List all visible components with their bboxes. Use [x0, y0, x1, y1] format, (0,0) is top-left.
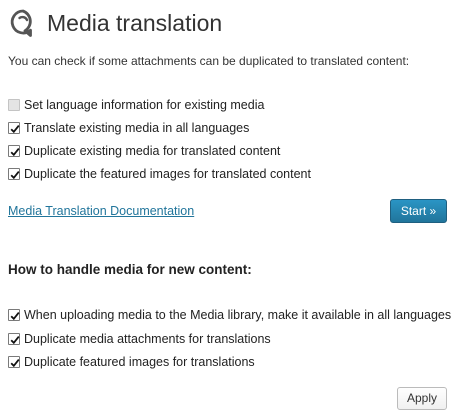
wpml-logo-icon: [9, 8, 37, 38]
option-label: Duplicate media attachments for translat…: [24, 332, 271, 346]
start-button[interactable]: Start »: [390, 199, 447, 223]
new-content-section-title: How to handle media for new content:: [8, 262, 252, 277]
option-label: Duplicate featured images for translatio…: [24, 355, 255, 369]
option-label: When uploading media to the Media librar…: [24, 308, 452, 322]
checkbox-checked[interactable]: [8, 168, 20, 180]
option-translate-existing-media[interactable]: Translate existing media in all language…: [8, 120, 249, 136]
checkmark-icon: [10, 312, 20, 321]
checkmark-icon: [10, 359, 20, 368]
intro-text: You can check if some attachments can be…: [8, 54, 410, 68]
option-duplicate-existing-media[interactable]: Duplicate existing media for translated …: [8, 143, 280, 159]
checkbox-checked[interactable]: [8, 309, 20, 321]
option-label: Set language information for existing me…: [24, 98, 265, 112]
option-label: Duplicate the featured images for transl…: [24, 167, 311, 181]
option-label: Translate existing media in all language…: [24, 121, 250, 135]
checkmark-icon: [10, 125, 20, 134]
page-header: Media translation: [9, 6, 222, 40]
checkmark-icon: [10, 148, 20, 157]
option-duplicate-media-attachments[interactable]: Duplicate media attachments for translat…: [8, 331, 271, 347]
checkbox-checked[interactable]: [8, 122, 20, 134]
checkmark-icon: [10, 336, 20, 345]
option-duplicate-featured-images-translations[interactable]: Duplicate featured images for translatio…: [8, 354, 255, 370]
page-title: Media translation: [47, 10, 223, 36]
option-media-library-all-languages[interactable]: When uploading media to the Media librar…: [8, 307, 451, 323]
checkbox-unchecked-disabled[interactable]: [8, 99, 20, 111]
checkbox-checked[interactable]: [8, 356, 20, 368]
option-label: Duplicate existing media for translated …: [24, 144, 281, 158]
checkbox-checked[interactable]: [8, 145, 20, 157]
documentation-link[interactable]: Media Translation Documentation: [8, 204, 194, 218]
media-translation-page: Media translation You can check if some …: [0, 0, 454, 418]
checkmark-icon: [10, 171, 20, 180]
apply-button[interactable]: Apply: [397, 387, 447, 410]
option-set-language-info[interactable]: Set language information for existing me…: [8, 97, 264, 113]
option-duplicate-featured-images[interactable]: Duplicate the featured images for transl…: [8, 166, 311, 182]
checkbox-checked[interactable]: [8, 333, 20, 345]
